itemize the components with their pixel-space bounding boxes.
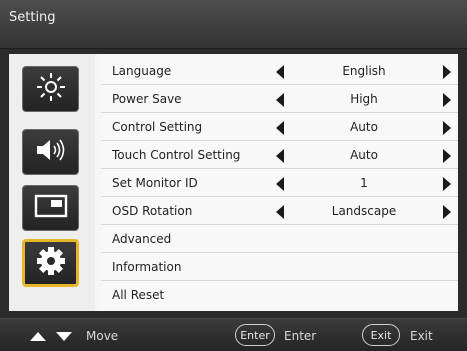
enter-button[interactable]: Enter [235, 324, 275, 346]
row-label: Touch Control Setting [112, 148, 241, 162]
settings-menu: Language English Power Save High Control… [101, 54, 458, 311]
speaker-icon [34, 136, 68, 168]
row-label: OSD Rotation [112, 204, 193, 218]
arrow-right-icon[interactable] [443, 205, 451, 219]
arrow-left-icon[interactable] [276, 65, 284, 79]
arrow-right-icon[interactable] [443, 65, 451, 79]
arrow-left-icon[interactable] [276, 149, 284, 163]
footer-bar: Move Enter Enter Exit Exit [0, 318, 467, 351]
menu-row-control-setting[interactable]: Control Setting Auto [101, 113, 458, 141]
menu-row-set-monitor-id[interactable]: Set Monitor ID 1 [101, 169, 458, 197]
row-label: Power Save [112, 92, 182, 106]
menu-row-power-save[interactable]: Power Save High [101, 85, 458, 113]
menu-row-osd-rotation[interactable]: OSD Rotation Landscape [101, 197, 458, 225]
arrow-right-icon[interactable] [443, 93, 451, 107]
sidebar-item-brightness[interactable] [22, 66, 79, 112]
sidebar-item-settings[interactable] [22, 239, 79, 287]
osd-window: Setting Language English Power Save High… [0, 0, 467, 351]
down-arrow-icon[interactable] [56, 332, 72, 341]
row-value: Auto [350, 120, 378, 134]
row-label: Information [112, 260, 182, 274]
enter-label: Enter [284, 329, 317, 343]
arrow-left-icon[interactable] [276, 93, 284, 107]
arrow-left-icon[interactable] [276, 177, 284, 191]
up-arrow-icon[interactable] [30, 332, 46, 341]
move-label: Move [86, 329, 119, 343]
row-value: 1 [360, 176, 368, 190]
row-label: Set Monitor ID [112, 176, 198, 190]
menu-row-touch-control-setting[interactable]: Touch Control Setting Auto [101, 141, 458, 169]
title-bar: Setting [0, 0, 467, 49]
arrow-right-icon[interactable] [443, 149, 451, 163]
menu-row-advanced[interactable]: Advanced [101, 225, 458, 253]
row-label: Control Setting [112, 120, 203, 134]
arrow-left-icon[interactable] [276, 121, 284, 135]
sidebar-item-audio[interactable] [22, 129, 79, 175]
brightness-icon [35, 71, 67, 107]
window-title: Setting [9, 10, 56, 25]
row-value: Landscape [331, 204, 397, 218]
arrow-right-icon[interactable] [443, 121, 451, 135]
row-value: High [350, 92, 378, 106]
menu-row-all-reset[interactable]: All Reset [101, 281, 458, 309]
row-label: Advanced [112, 232, 172, 246]
display-window-icon [34, 193, 68, 223]
row-label: All Reset [112, 288, 165, 302]
menu-row-information[interactable]: Information [101, 253, 458, 281]
arrow-right-icon[interactable] [443, 177, 451, 191]
sidebar-item-display[interactable] [22, 185, 79, 231]
gear-icon [36, 246, 66, 280]
exit-button[interactable]: Exit [362, 324, 400, 346]
menu-row-language[interactable]: Language English [101, 57, 458, 85]
row-label: Language [112, 64, 172, 78]
sidebar [9, 54, 95, 311]
exit-label: Exit [410, 329, 433, 343]
row-value: Auto [350, 148, 378, 162]
arrow-left-icon[interactable] [276, 205, 284, 219]
settings-panel: Language English Power Save High Control… [9, 54, 458, 311]
row-value: English [342, 64, 386, 78]
